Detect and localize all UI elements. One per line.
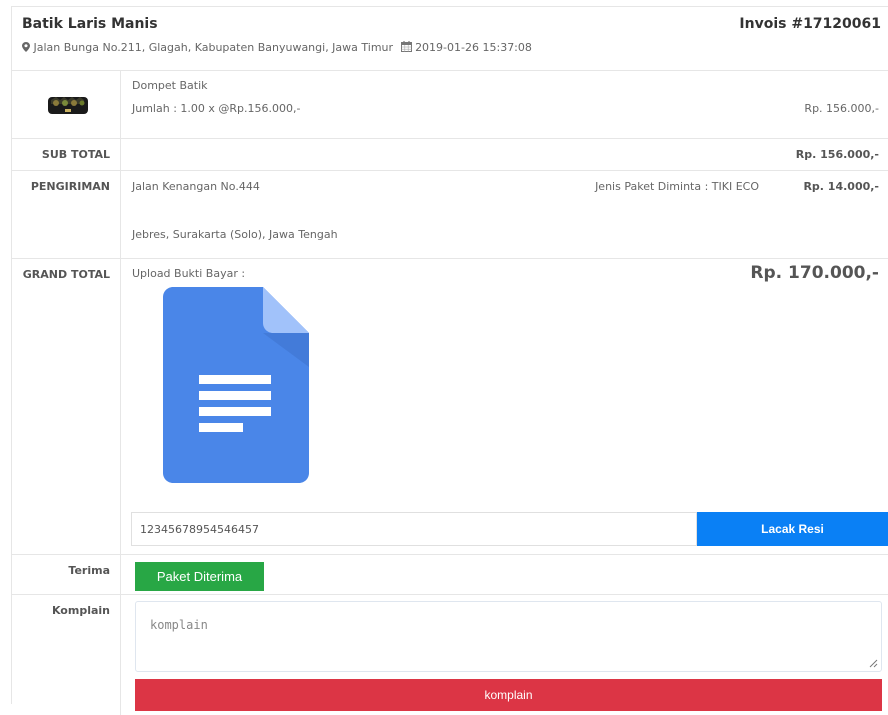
resize-handle-icon[interactable] (869, 659, 878, 668)
package-received-button[interactable]: Paket Diterima (135, 562, 264, 591)
map-marker-icon (22, 42, 30, 55)
product-image (48, 97, 88, 114)
grand-total-value: Rp. 170.000,- (750, 263, 879, 283)
product-quantity: Jumlah : 1.00 x @Rp.156.000,- (132, 102, 301, 115)
store-address: Jalan Bunga No.211, Glagah, Kabupaten Ba… (33, 41, 394, 54)
shipping-cost: Rp. 14.000,- (803, 180, 879, 193)
shipping-address-line2: Jebres, Surakarta (Solo), Jawa Tengah (132, 228, 338, 241)
document-icon[interactable] (163, 287, 309, 483)
grand-total-label: GRAND TOTAL (22, 268, 110, 281)
track-shipment-button[interactable]: Lacak Resi (697, 512, 888, 546)
complaint-row: Komplain komplain komplain (12, 595, 888, 715)
calendar-icon (400, 41, 412, 55)
store-name[interactable]: Batik Laris Manis (22, 16, 158, 32)
upload-proof-label: Upload Bukti Bayar : (132, 267, 246, 280)
invoice-number: Invois #17120061 (739, 16, 881, 32)
store-meta: Jalan Bunga No.211, Glagah, Kabupaten Ba… (22, 41, 532, 55)
invoice-header: Batik Laris Manis Invois #17120061 Jalan… (12, 7, 888, 71)
receive-label: Terima (68, 564, 110, 577)
complaint-textarea[interactable]: komplain (135, 601, 882, 672)
subtotal-row: SUB TOTAL Rp. 156.000,- (12, 139, 888, 171)
tracking-number-input[interactable]: 12345678954546457 (131, 512, 697, 546)
grand-total-row: GRAND TOTAL Upload Bukti Bayar : Rp. 170… (12, 259, 888, 555)
receive-row: Terima Paket Diterima (12, 555, 888, 595)
complaint-placeholder: komplain (150, 618, 208, 632)
complaint-label-cell: Komplain (12, 595, 121, 715)
complaint-label: Komplain (51, 604, 110, 617)
package-type: Jenis Paket Diminta : TIKI ECO (595, 180, 759, 193)
shipping-label-cell: PENGIRIMAN (12, 171, 121, 258)
subtotal-label: SUB TOTAL (41, 148, 110, 161)
product-price: Rp. 156.000,- (804, 102, 879, 115)
shipping-label: PENGIRIMAN (30, 180, 110, 193)
invoice-panel: Batik Laris Manis Invois #17120061 Jalan… (11, 6, 888, 715)
subtotal-label-cell: SUB TOTAL (12, 139, 121, 170)
shipping-address-line1: Jalan Kenangan No.444 (132, 180, 260, 193)
product-name: Dompet Batik (132, 79, 208, 92)
submit-complaint-button[interactable]: komplain (135, 679, 882, 711)
order-datetime: 2019-01-26 15:37:08 (415, 41, 532, 54)
product-row: Dompet Batik Jumlah : 1.00 x @Rp.156.000… (12, 71, 888, 139)
subtotal-value: Rp. 156.000,- (795, 148, 879, 161)
receive-label-cell: Terima (12, 555, 121, 594)
product-image-cell (12, 71, 121, 138)
shipping-row: PENGIRIMAN Jalan Kenangan No.444 Jebres,… (12, 171, 888, 259)
grand-total-label-cell: GRAND TOTAL (12, 259, 121, 554)
